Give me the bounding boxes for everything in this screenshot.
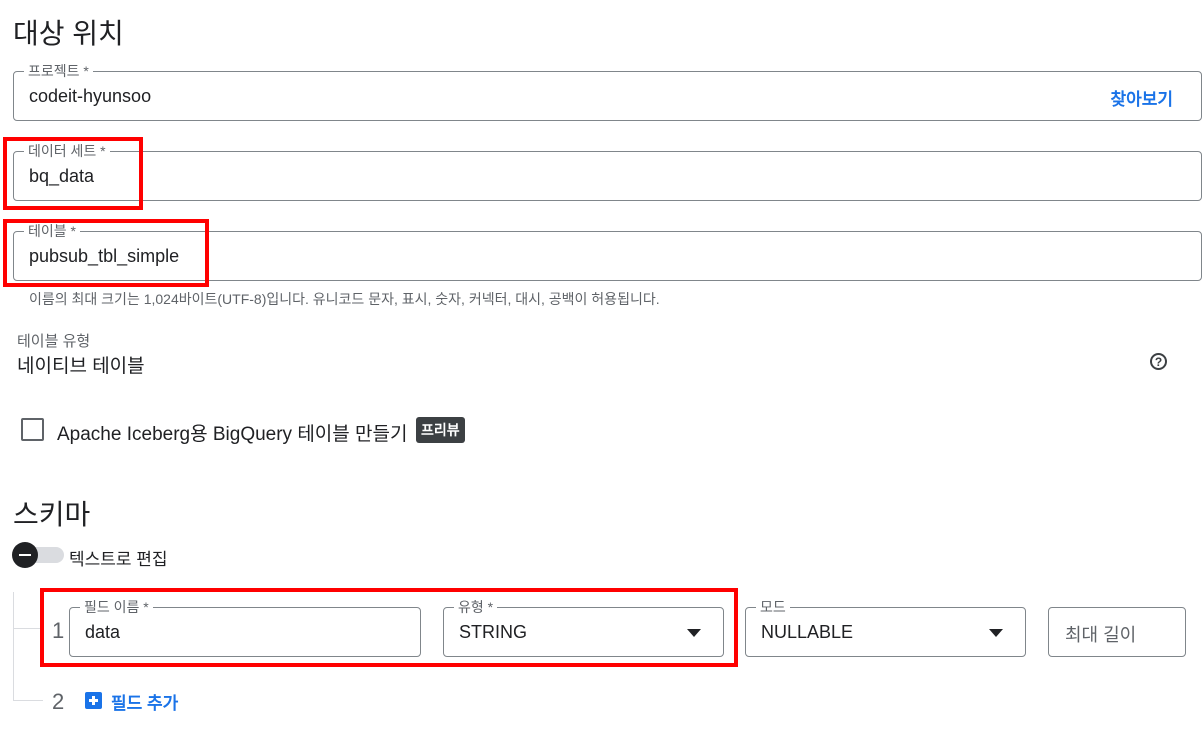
destination-heading: 대상 위치 — [13, 18, 124, 49]
edit-as-text-toggle[interactable] — [12, 542, 64, 568]
tree-line-row1 — [13, 628, 43, 629]
toggle-thumb — [12, 542, 38, 568]
add-field-label: 필드 추가 — [111, 694, 179, 713]
highlight-schema-row — [40, 588, 738, 667]
project-label: 프로젝트 * — [24, 63, 93, 79]
table-name-hint: 이름의 최대 크기는 1,024바이트(UTF-8)입니다. 유니코드 문자, … — [29, 291, 660, 307]
dropdown-arrow-icon — [989, 629, 1003, 637]
project-value: codeit-hyunsoo — [29, 86, 152, 106]
table-type-label: 테이블 유형 — [17, 333, 91, 350]
dataset-field[interactable]: 데이터 세트 * bq_data — [13, 143, 1202, 201]
highlight-dataset — [3, 137, 143, 210]
help-circle-icon[interactable]: ? — [1150, 353, 1167, 370]
add-box-icon — [85, 692, 102, 709]
preview-badge: 프리뷰 — [416, 417, 465, 443]
tree-line-row2 — [13, 700, 43, 701]
mode-label: 모드 — [756, 599, 790, 615]
mode-select[interactable]: 모드 NULLABLE — [745, 599, 1026, 657]
table-type-value[interactable]: 네이티브 테이블 — [17, 351, 145, 378]
max-length-input[interactable]: 최대 길이 — [1048, 607, 1186, 657]
edit-as-text-label: 텍스트로 편집 — [69, 550, 168, 569]
iceberg-checkbox[interactable] — [21, 418, 44, 441]
highlight-table — [3, 219, 209, 287]
max-length-placeholder: 최대 길이 — [1065, 625, 1137, 645]
mode-value: NULLABLE — [761, 622, 854, 642]
schema-heading: 스키마 — [13, 499, 91, 530]
browse-button[interactable]: 찾아보기 — [1110, 85, 1173, 110]
tree-line-vertical — [13, 592, 14, 701]
next-row-index: 2 — [52, 689, 65, 714]
minus-icon — [19, 554, 31, 556]
project-field[interactable]: 프로젝트 * codeit-hyunsoo 찾아보기 — [13, 63, 1202, 121]
iceberg-label: Apache Iceberg용 BigQuery 테이블 만들기 — [57, 424, 408, 445]
